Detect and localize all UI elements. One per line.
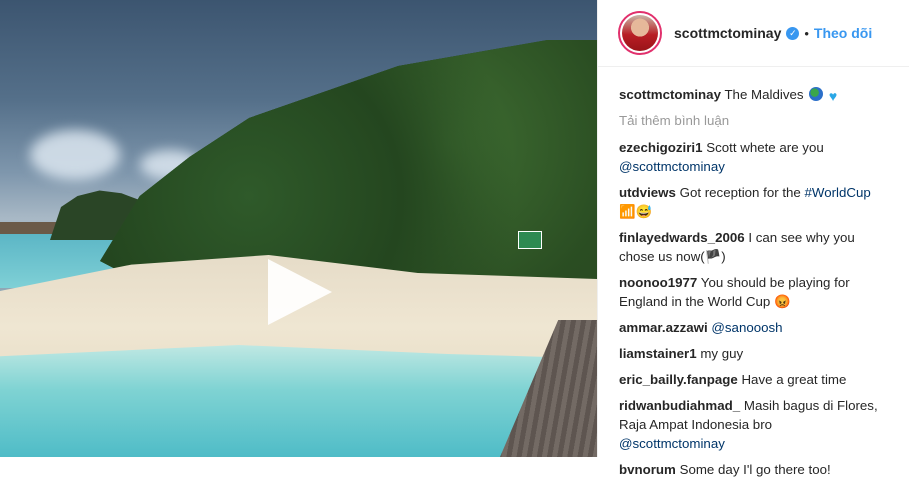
comment-username[interactable]: ezechigoziri1: [619, 140, 703, 155]
load-more-comments[interactable]: Tải thêm bình luận: [619, 111, 889, 130]
caption-text: The Maldives: [724, 87, 804, 102]
comment-emoji: 😡: [774, 294, 791, 309]
comment-text: Got reception for the: [679, 185, 801, 200]
comment-username[interactable]: scottmctominay: [619, 87, 721, 102]
list-item: ammar.azzawi @sanooosh: [619, 318, 889, 337]
list-item: liamstainer1 my guy: [619, 344, 889, 363]
comment-emoji: 📶😅: [619, 204, 653, 219]
play-icon[interactable]: [268, 259, 332, 325]
cloud: [30, 130, 120, 180]
list-item: eric_bailly.fanpage Have a great time: [619, 370, 889, 389]
comment-username[interactable]: ridwanbudiahmad_: [619, 398, 740, 413]
island-jungle: [100, 40, 597, 300]
exit-sign: [518, 231, 542, 249]
overwater-huts: [0, 222, 60, 234]
separator-dot: •: [804, 25, 809, 41]
comment-username[interactable]: finlayedwards_2006: [619, 230, 745, 245]
post-video[interactable]: [0, 0, 597, 457]
comment-username[interactable]: eric_bailly.fanpage: [619, 372, 738, 387]
comment-username[interactable]: utdviews: [619, 185, 676, 200]
list-item: utdviews Got reception for the #WorldCup…: [619, 183, 889, 221]
comment-text: Have a great time: [741, 372, 847, 387]
list-item: ezechigoziri1 Scott whete are you @scott…: [619, 138, 889, 176]
list-item: noonoo1977 You should be playing for Eng…: [619, 273, 889, 311]
list-item: bvnorum Some day I'l go there too!: [619, 460, 889, 479]
comment-username[interactable]: noonoo1977: [619, 275, 697, 290]
username-link[interactable]: scottmctominay: [674, 25, 781, 41]
comment-text: Scott whete are you: [706, 140, 824, 155]
comment-text: my guy: [700, 346, 744, 361]
mention-link[interactable]: @scottmctominay: [619, 436, 725, 451]
comment-text: Some day I'l go there too!: [679, 462, 831, 477]
list-item: finlayedwards_2006 I can see why you cho…: [619, 228, 889, 266]
post-sidebar: scottmctominay ✓ • Theo dõi scottmctomin…: [597, 0, 909, 477]
comments-list: scottmctominay The Maldives ♥ Tải thêm b…: [598, 67, 909, 479]
mention-link[interactable]: @sanooosh: [711, 320, 782, 335]
caption: scottmctominay The Maldives ♥: [619, 85, 889, 104]
comment-username[interactable]: ammar.azzawi: [619, 320, 708, 335]
mention-link[interactable]: @scottmctominay: [619, 159, 725, 174]
blue-heart-emoji-icon: ♥: [828, 88, 838, 104]
verified-badge-icon: ✓: [786, 26, 800, 40]
post-header: scottmctominay ✓ • Theo dõi: [598, 0, 909, 67]
comment-username[interactable]: liamstainer1: [619, 346, 697, 361]
avatar[interactable]: [618, 11, 662, 55]
avatar-image: [622, 15, 658, 51]
hashtag-link[interactable]: #WorldCup: [805, 185, 871, 200]
follow-button[interactable]: Theo dõi: [814, 25, 872, 41]
comment-username[interactable]: bvnorum: [619, 462, 676, 477]
globe-emoji-icon: [809, 87, 824, 101]
list-item: ridwanbudiahmad_ Masih bagus di Flores, …: [619, 396, 889, 453]
